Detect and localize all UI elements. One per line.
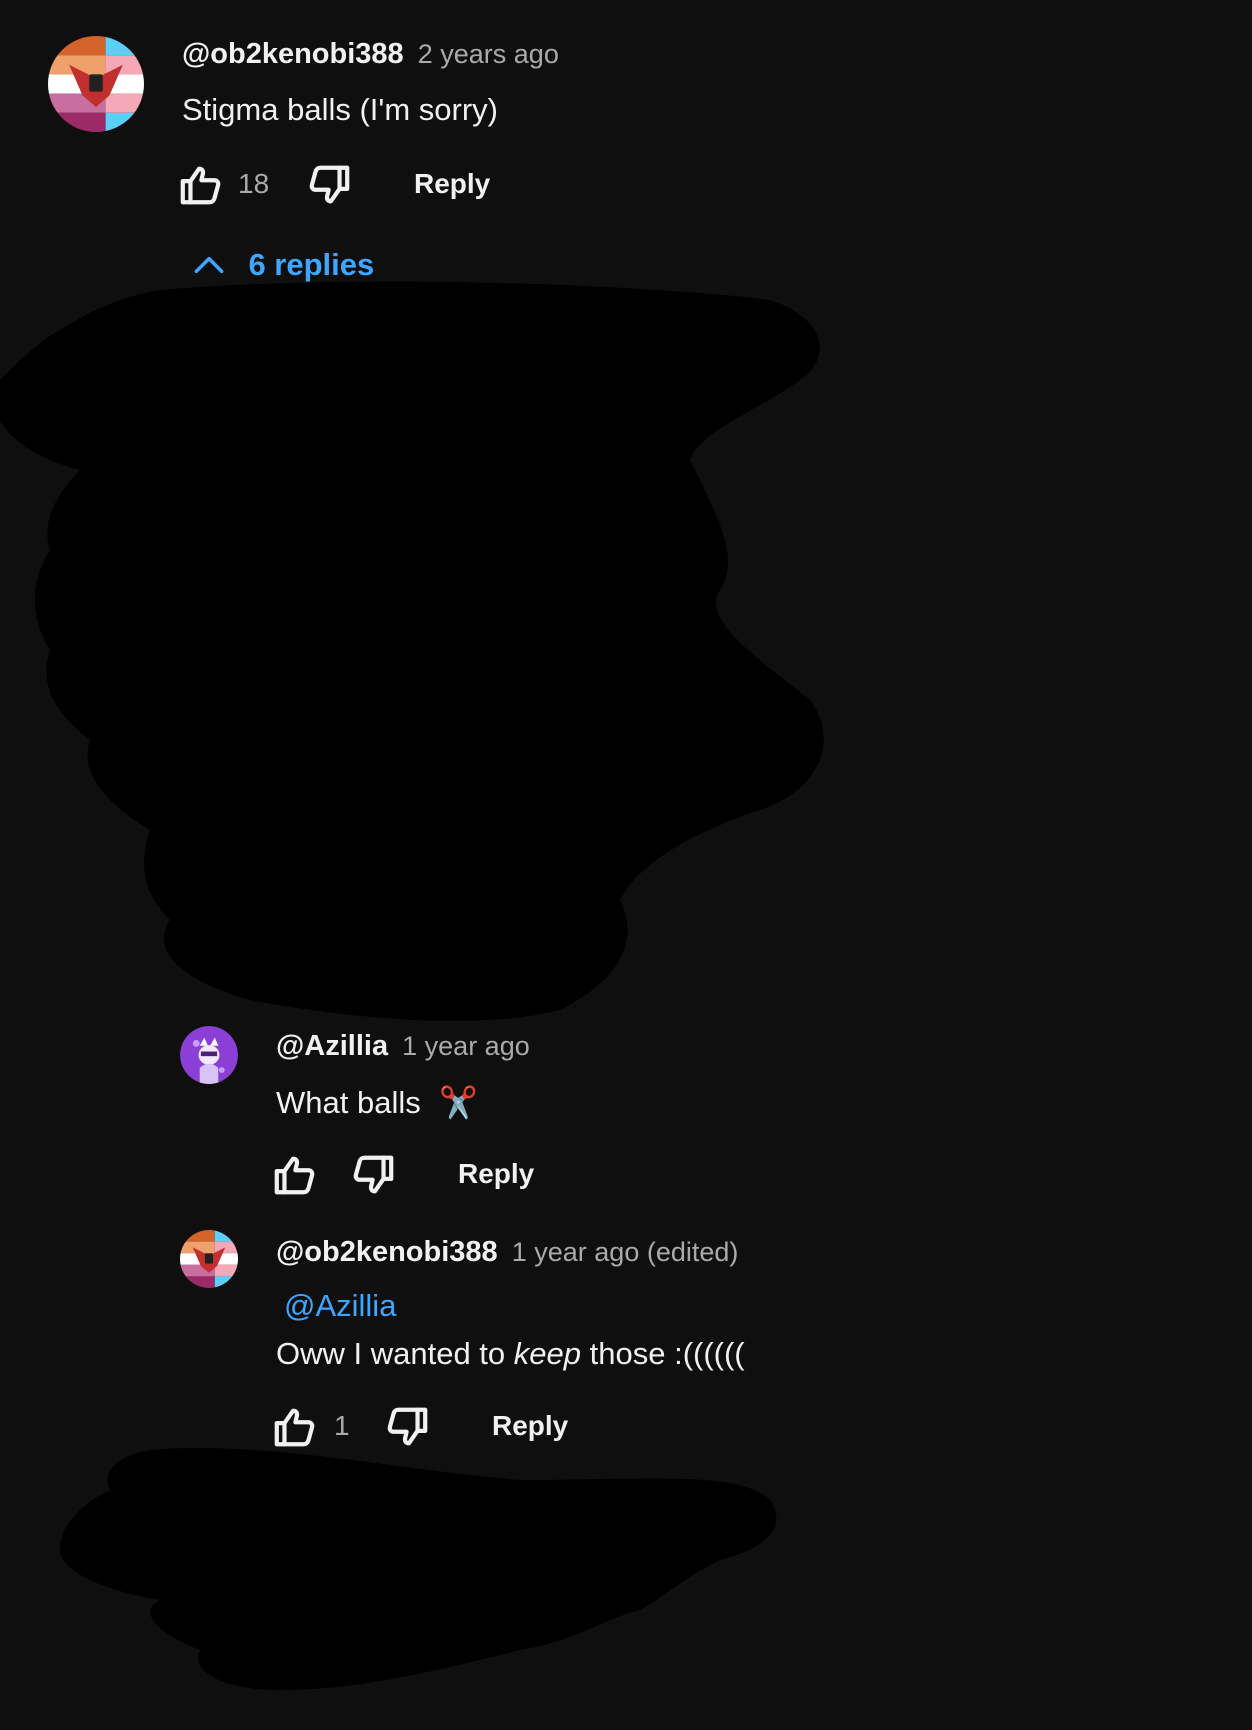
redaction-block-top bbox=[0, 281, 824, 1021]
redaction-scribble bbox=[0, 281, 824, 1690]
redaction-block-bottom bbox=[60, 1447, 777, 1690]
